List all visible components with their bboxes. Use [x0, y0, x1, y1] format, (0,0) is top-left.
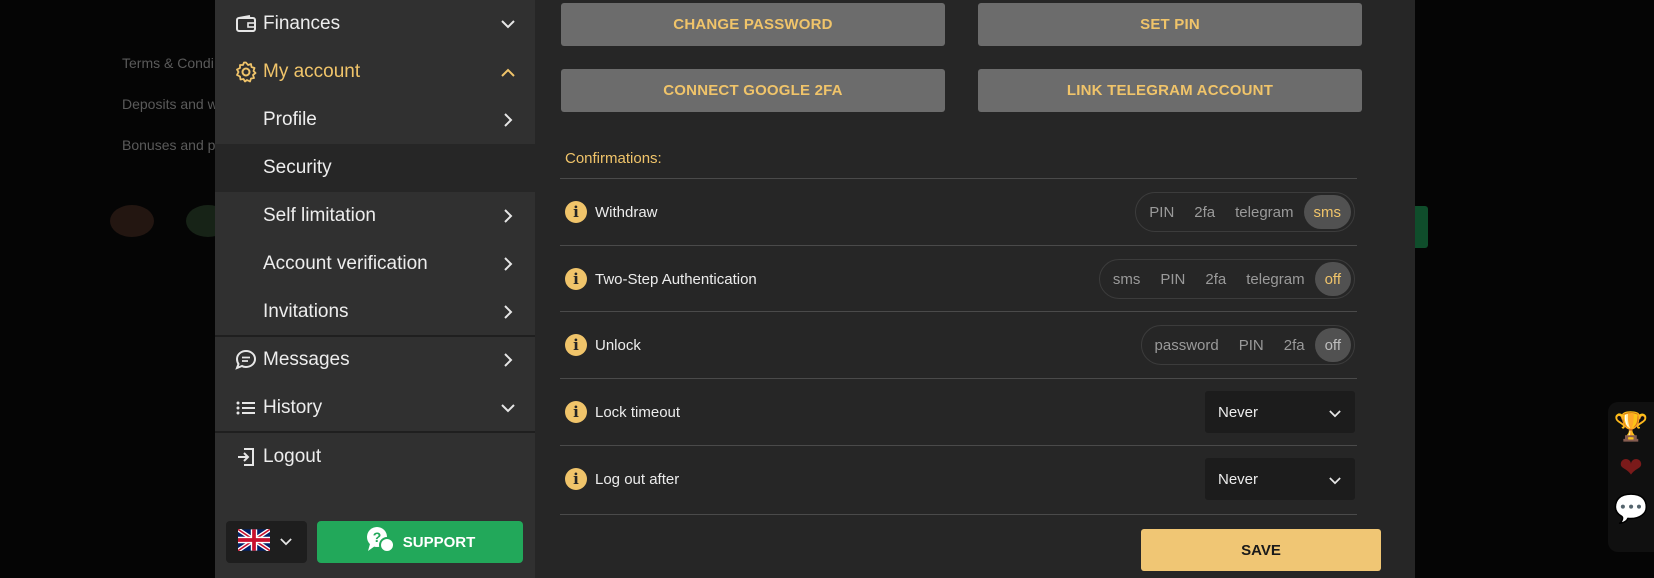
sidebar-item-label: Logout [263, 446, 322, 467]
confirmations-title: Confirmations: [565, 150, 662, 167]
wallet-icon [235, 13, 257, 35]
change-password-button[interactable]: CHANGE PASSWORD [561, 3, 945, 46]
two-step-options: sms PIN 2fa telegram off [1098, 259, 1355, 299]
logout-after-label: Log out after [595, 470, 680, 488]
link-telegram-button[interactable]: LINK TELEGRAM ACCOUNT [978, 69, 1362, 112]
save-button[interactable]: SAVE [1141, 529, 1381, 571]
option-sms[interactable]: sms [1103, 262, 1151, 296]
sidebar-item-profile[interactable]: Profile [215, 96, 535, 144]
unlock-row: i Unlock password PIN 2fa off [565, 312, 1355, 378]
heart-icon: ❤ [1619, 452, 1643, 483]
withdraw-options: PIN 2fa telegram sms [1135, 192, 1355, 232]
chevron-right-icon [499, 351, 517, 369]
sidebar-item-my-account[interactable]: My account [215, 48, 535, 96]
chevron-right-icon [499, 111, 517, 129]
chevron-right-icon [499, 303, 517, 321]
chevron-down-icon [1329, 472, 1341, 489]
support-label: SUPPORT [402, 533, 476, 551]
option-2fa[interactable]: 2fa [1274, 328, 1315, 362]
list-icon [235, 397, 257, 419]
option-pin[interactable]: PIN [1139, 195, 1184, 229]
sidebar-item-self-limitation[interactable]: Self limitation [215, 192, 535, 240]
sidebar-item-label: Messages [263, 349, 350, 370]
lock-timeout-row: i Lock timeout Never [565, 379, 1355, 445]
option-2fa[interactable]: 2fa [1195, 262, 1236, 296]
sidebar-item-messages[interactable]: Messages [215, 336, 535, 384]
chevron-down-icon [1329, 405, 1341, 422]
chevron-down-icon [499, 15, 517, 33]
sidebar-item-label: My account [263, 61, 361, 82]
bg-link-deposits: Deposits and w [122, 96, 218, 112]
lock-timeout-label: Lock timeout [595, 403, 681, 421]
connect-google-2fa-button[interactable]: CONNECT GOOGLE 2FA [561, 69, 945, 112]
uk-flag-icon [236, 527, 272, 556]
chevron-right-icon [499, 207, 517, 225]
trophy-icon: 🏆 [1613, 411, 1649, 442]
support-chat-icon: ? [365, 525, 395, 560]
lock-timeout-select[interactable]: Never [1205, 391, 1355, 433]
logout-after-row: i Log out after Never [565, 446, 1355, 512]
chevron-down-icon [499, 399, 517, 417]
security-panel: CHANGE PASSWORD SET PIN CONNECT GOOGLE 2… [535, 0, 1415, 578]
option-off[interactable]: off [1314, 328, 1351, 362]
gear-icon [235, 61, 257, 83]
option-off[interactable]: off [1314, 262, 1351, 296]
chevron-right-icon [499, 255, 517, 273]
bg-logo [110, 205, 154, 237]
option-telegram[interactable]: telegram [1236, 262, 1314, 296]
bg-link-bonuses: Bonuses and p [122, 137, 216, 153]
sidebar-item-security[interactable]: Security [215, 144, 535, 192]
sidebar-item-label: Profile [263, 109, 317, 130]
info-icon[interactable]: i [565, 268, 587, 290]
option-password[interactable]: password [1145, 328, 1229, 362]
sidebar: Finances My account Profile Security Sel… [215, 0, 535, 578]
option-telegram[interactable]: telegram [1225, 195, 1303, 229]
support-button[interactable]: ? SUPPORT [317, 521, 523, 563]
svg-text:?: ? [372, 529, 381, 545]
info-icon[interactable]: i [565, 334, 587, 356]
divider [560, 514, 1357, 515]
language-selector[interactable] [226, 521, 307, 563]
sidebar-item-label: Self limitation [263, 205, 376, 226]
info-icon[interactable]: i [565, 201, 587, 223]
chat-icon: 💬 [1613, 493, 1649, 524]
sidebar-item-label: Finances [263, 13, 341, 34]
sidebar-item-invitations[interactable]: Invitations [215, 288, 535, 336]
info-icon[interactable]: i [565, 468, 587, 490]
bg-floating-icons: 🏆 ❤ 💬 [1608, 402, 1654, 552]
two-step-row: i Two-Step Authentication sms PIN 2fa te… [565, 246, 1355, 312]
info-icon[interactable]: i [565, 401, 587, 423]
two-step-label: Two-Step Authentication [595, 270, 757, 288]
sidebar-item-label: Invitations [263, 301, 349, 322]
logout-after-value: Never [1218, 470, 1259, 488]
option-pin[interactable]: PIN [1150, 262, 1195, 296]
unlock-options: password PIN 2fa off [1140, 325, 1355, 365]
unlock-label: Unlock [595, 336, 641, 354]
logout-after-select[interactable]: Never [1205, 458, 1355, 500]
option-2fa[interactable]: 2fa [1184, 195, 1225, 229]
logout-icon [235, 446, 257, 468]
sidebar-item-label: History [263, 397, 323, 418]
withdraw-label: Withdraw [595, 203, 658, 221]
set-pin-button[interactable]: SET PIN [978, 3, 1362, 46]
sidebar-item-label: Security [263, 157, 332, 178]
sidebar-item-label: Account verification [263, 253, 428, 274]
chevron-down-icon [280, 533, 292, 551]
option-pin[interactable]: PIN [1229, 328, 1274, 362]
lock-timeout-value: Never [1218, 403, 1259, 421]
sidebar-item-account-verification[interactable]: Account verification [215, 240, 535, 288]
withdraw-row: i Withdraw PIN 2fa telegram sms [565, 179, 1355, 245]
chevron-up-icon [499, 63, 517, 81]
sidebar-item-logout[interactable]: Logout [215, 433, 535, 481]
sidebar-item-history[interactable]: History [215, 384, 535, 432]
option-sms[interactable]: sms [1303, 195, 1351, 229]
sidebar-item-finances[interactable]: Finances [215, 0, 535, 48]
bg-link-terms: Terms & Condi [122, 55, 214, 71]
chat-icon [235, 349, 257, 371]
